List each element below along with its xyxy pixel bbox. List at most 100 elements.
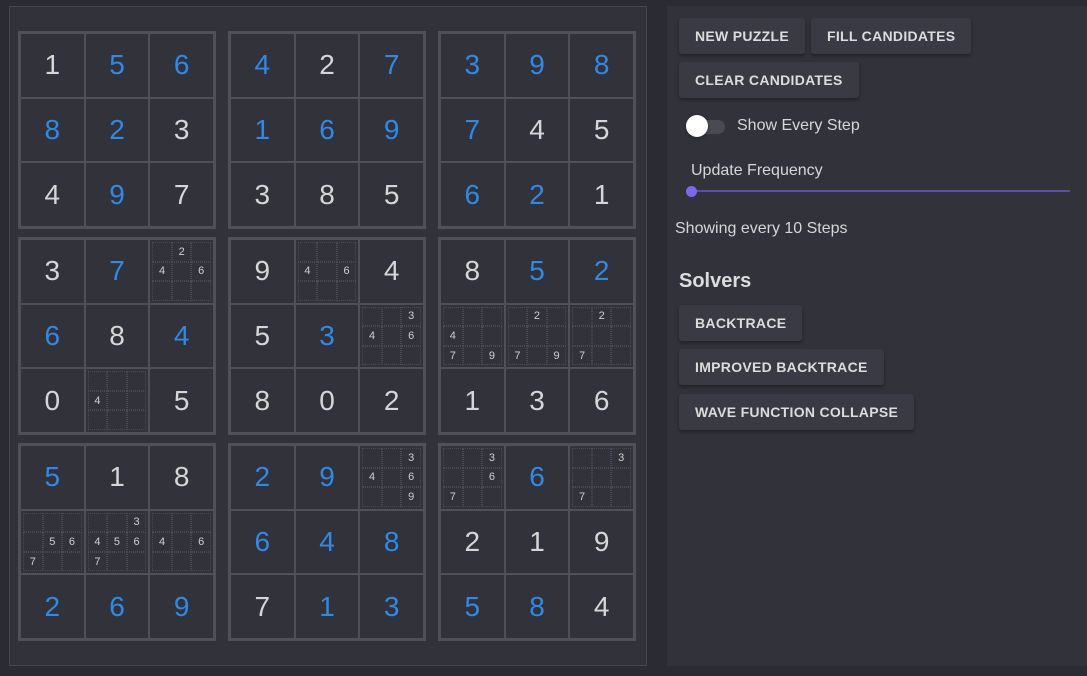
sudoku-cell[interactable]: 1: [84, 445, 150, 510]
sudoku-cell[interactable]: 1: [569, 162, 634, 227]
sudoku-cell[interactable]: 8: [230, 368, 295, 433]
candidate-slot: [152, 512, 172, 533]
candidate-slot: [611, 487, 631, 507]
sudoku-cell[interactable]: 46: [294, 239, 360, 304]
sudoku-cell[interactable]: 4: [84, 368, 150, 433]
sudoku-cell[interactable]: 2 79: [504, 303, 570, 369]
sudoku-cell[interactable]: 5: [20, 445, 85, 510]
sudoku-cell[interactable]: 9: [569, 509, 634, 575]
sudoku-cell[interactable]: 7: [84, 239, 150, 304]
sudoku-cell[interactable]: 6: [149, 33, 214, 98]
sudoku-cell[interactable]: 5: [504, 239, 570, 304]
sudoku-cell[interactable]: 3: [230, 162, 295, 227]
sudoku-cell[interactable]: 37: [569, 445, 634, 510]
sudoku-cell[interactable]: 2: [294, 33, 360, 98]
sudoku-cell[interactable]: 3: [359, 574, 424, 639]
sudoku-cell[interactable]: 0: [20, 368, 85, 433]
sudoku-cell[interactable]: 6: [294, 97, 360, 163]
sudoku-cell[interactable]: 1: [20, 33, 85, 98]
sudoku-cell[interactable]: 6: [440, 162, 505, 227]
sudoku-cell[interactable]: 9: [504, 33, 570, 98]
sudoku-cell[interactable]: 6: [504, 445, 570, 510]
sudoku-cell[interactable]: 8: [20, 97, 85, 163]
sudoku-cell[interactable]: 8: [569, 33, 634, 98]
sudoku-cell[interactable]: 7: [149, 162, 214, 227]
sudoku-cell[interactable]: 6: [569, 368, 634, 433]
sudoku-cell[interactable]: 4: [294, 509, 360, 575]
candidate-slot: [507, 326, 528, 346]
sudoku-cell[interactable]: 3469: [359, 445, 424, 510]
candidate-slot: [482, 326, 502, 346]
sudoku-cell[interactable]: 4: [504, 97, 570, 163]
sudoku-cell[interactable]: 2: [440, 509, 505, 575]
wave-function-collapse-button[interactable]: WAVE FUNCTION COLLAPSE: [679, 394, 915, 430]
sudoku-cell[interactable]: 2: [504, 162, 570, 227]
sudoku-cell[interactable]: 6: [20, 303, 85, 369]
sudoku-cell[interactable]: 2: [20, 574, 85, 639]
sudoku-cell[interactable]: 5: [569, 97, 634, 163]
sudoku-cell[interactable]: 9: [149, 574, 214, 639]
sudoku-cell[interactable]: 9: [230, 239, 295, 304]
sudoku-cell[interactable]: 367: [440, 445, 505, 510]
sudoku-cell[interactable]: 4: [149, 303, 214, 369]
cell-value: 4: [383, 255, 400, 287]
sudoku-cell[interactable]: 567: [20, 509, 85, 575]
sudoku-cell[interactable]: 4: [359, 239, 424, 304]
sudoku-cell[interactable]: 5: [230, 303, 295, 369]
sudoku-cell[interactable]: 1: [294, 574, 360, 639]
candidate-slot: 5: [107, 532, 127, 552]
improved-backtrace-button[interactable]: IMPROVED BACKTRACE: [679, 349, 884, 385]
sudoku-cell[interactable]: 2: [230, 445, 295, 510]
sudoku-cell[interactable]: 9: [294, 445, 360, 510]
sudoku-cell[interactable]: 0: [294, 368, 360, 433]
candidate-slot: [297, 242, 318, 262]
sudoku-cell[interactable]: 1: [230, 97, 295, 163]
sudoku-cell[interactable]: 3: [504, 368, 570, 433]
sudoku-cell[interactable]: 8: [149, 445, 214, 510]
candidate-slot: [482, 306, 502, 327]
sudoku-cell[interactable]: 8: [440, 239, 505, 304]
sudoku-cell[interactable]: 3: [294, 303, 360, 369]
fill-candidates-button[interactable]: FILL CANDIDATES: [811, 18, 972, 54]
sudoku-cell[interactable]: 8: [504, 574, 570, 639]
backtrace-button[interactable]: BACKTRACE: [679, 305, 803, 341]
candidate-slot: [107, 551, 127, 572]
sudoku-cell[interactable]: 34567: [84, 509, 150, 575]
sudoku-cell[interactable]: 8: [294, 162, 360, 227]
sudoku-cell[interactable]: 8: [359, 509, 424, 575]
sudoku-cell[interactable]: 7: [440, 97, 505, 163]
sudoku-cell[interactable]: 479: [440, 303, 505, 369]
clear-candidates-button[interactable]: CLEAR CANDIDATES: [679, 62, 859, 98]
update-frequency-slider[interactable]: [692, 190, 1070, 192]
sudoku-cell[interactable]: 2: [569, 239, 634, 304]
sudoku-cell[interactable]: 1: [440, 368, 505, 433]
sudoku-cell[interactable]: 1: [504, 509, 570, 575]
sudoku-cell[interactable]: 5: [440, 574, 505, 639]
sudoku-cell[interactable]: 9: [84, 162, 150, 227]
sudoku-cell[interactable]: 3: [149, 97, 214, 163]
sudoku-cell[interactable]: 6: [84, 574, 150, 639]
sudoku-cell[interactable]: 4: [230, 33, 295, 98]
sudoku-cell[interactable]: 4: [20, 162, 85, 227]
new-puzzle-button[interactable]: NEW PUZZLE: [679, 18, 805, 54]
sudoku-cell[interactable]: 4: [569, 574, 634, 639]
sudoku-cell[interactable]: 5: [149, 368, 214, 433]
sudoku-cell[interactable]: 7: [359, 33, 424, 98]
sudoku-cell[interactable]: 5: [84, 33, 150, 98]
sudoku-cell[interactable]: 2: [84, 97, 150, 163]
slider-thumb[interactable]: [686, 186, 697, 197]
sudoku-cell[interactable]: 2: [359, 368, 424, 433]
sudoku-cell[interactable]: 46: [149, 509, 214, 575]
sudoku-cell[interactable]: 5: [359, 162, 424, 227]
sudoku-cell[interactable]: 7: [230, 574, 295, 639]
toggle-thumb[interactable]: [686, 115, 708, 137]
cell-value: 8: [529, 590, 545, 622]
sudoku-cell[interactable]: 246: [149, 239, 214, 304]
sudoku-cell[interactable]: 346: [359, 303, 424, 369]
sudoku-cell[interactable]: 8: [84, 303, 150, 369]
sudoku-cell[interactable]: 3: [440, 33, 505, 98]
sudoku-cell[interactable]: 6: [230, 509, 295, 575]
sudoku-cell[interactable]: 3: [20, 239, 85, 304]
sudoku-cell[interactable]: 9: [359, 97, 424, 163]
sudoku-cell[interactable]: 27: [569, 303, 634, 369]
